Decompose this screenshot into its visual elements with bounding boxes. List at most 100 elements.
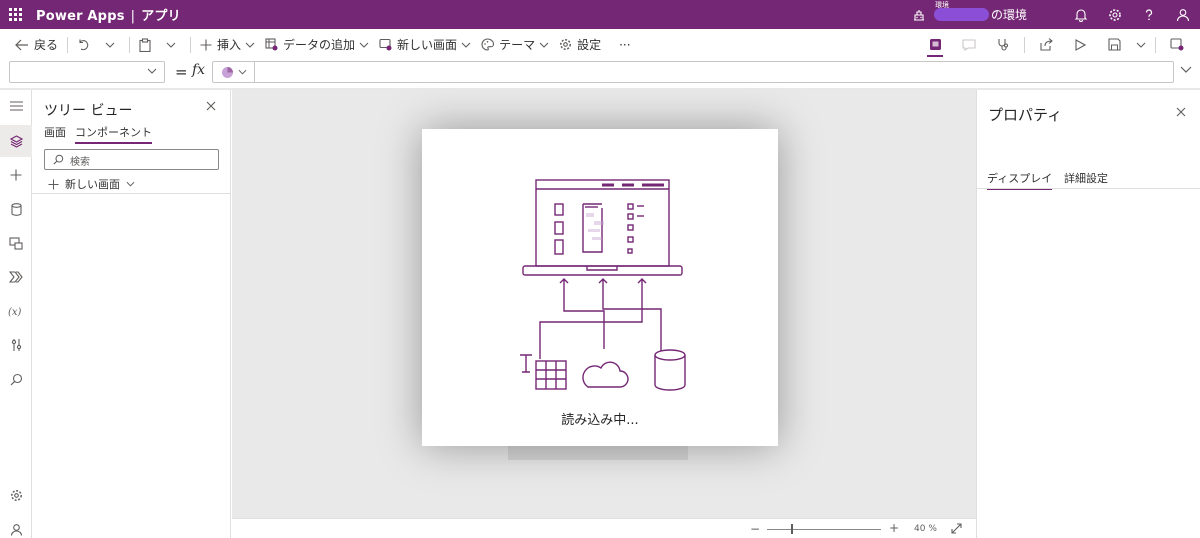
share-button[interactable] bbox=[1029, 29, 1063, 60]
environment-picker[interactable]: の環境 bbox=[912, 0, 1027, 29]
property-dropdown[interactable] bbox=[9, 61, 165, 83]
bell-icon bbox=[1074, 8, 1088, 22]
product-name: Power Apps bbox=[36, 9, 125, 24]
health-monitor-button[interactable] bbox=[986, 29, 1020, 60]
save-menu-button[interactable] bbox=[1131, 29, 1151, 60]
rail-tree-view[interactable] bbox=[0, 125, 32, 157]
preview-button[interactable] bbox=[1063, 29, 1097, 60]
zoom-out-button[interactable]: − bbox=[750, 522, 760, 536]
formula-expand-icon[interactable] bbox=[1180, 66, 1192, 73]
chevron-down-icon bbox=[238, 69, 247, 75]
undo-icon bbox=[79, 39, 89, 50]
close-icon[interactable] bbox=[206, 101, 216, 111]
comments-button[interactable] bbox=[952, 29, 986, 60]
left-rail: (x) bbox=[0, 90, 32, 538]
notifications-button[interactable] bbox=[1064, 0, 1098, 29]
settings-button[interactable] bbox=[1098, 0, 1132, 29]
gear-icon bbox=[10, 489, 22, 501]
media-icon bbox=[9, 236, 23, 250]
app-screen-icon bbox=[929, 39, 941, 50]
settings-label: 設定 bbox=[577, 38, 602, 52]
zoom-bar: − + 40 % bbox=[232, 518, 976, 538]
formula-format-button[interactable] bbox=[217, 62, 255, 82]
search-input[interactable]: 検索 bbox=[44, 149, 219, 170]
chevron-down-icon bbox=[126, 181, 135, 187]
environment-icon bbox=[914, 9, 924, 21]
undo-menu-button[interactable] bbox=[100, 29, 125, 60]
zoom-in-button[interactable]: + bbox=[889, 521, 899, 535]
undo-button[interactable] bbox=[72, 29, 100, 60]
chevron-down-icon bbox=[359, 42, 369, 48]
rail-power-automate[interactable] bbox=[0, 261, 32, 293]
new-screen-button[interactable]: 新しい画面 bbox=[48, 176, 141, 192]
plus-icon bbox=[48, 178, 59, 190]
new-screen-button[interactable]: 新しい画面 bbox=[374, 29, 476, 60]
add-data-label: データの追加 bbox=[283, 38, 356, 52]
chevron-down-icon bbox=[105, 42, 115, 48]
app-checker-button[interactable] bbox=[918, 29, 952, 60]
play-icon bbox=[1075, 38, 1086, 51]
person-icon bbox=[1176, 8, 1190, 21]
environment-name: の環境 bbox=[991, 8, 1028, 22]
zoom-slider-thumb[interactable] bbox=[791, 524, 793, 534]
plus-icon bbox=[200, 39, 212, 50]
hamburger-icon bbox=[9, 101, 23, 111]
add-data-button[interactable]: データの追加 bbox=[260, 29, 374, 60]
title-separator: | bbox=[130, 9, 136, 24]
database-icon bbox=[10, 202, 22, 216]
tab-screens[interactable]: 画面 bbox=[44, 124, 66, 140]
canvas-screen bbox=[508, 444, 688, 460]
rail-search[interactable] bbox=[0, 363, 32, 395]
layers-icon bbox=[9, 134, 23, 148]
divider bbox=[1155, 36, 1156, 53]
theme-button[interactable]: テーマ bbox=[476, 29, 554, 60]
loading-illustration bbox=[520, 179, 686, 391]
tab-advanced[interactable]: 詳細設定 bbox=[1064, 170, 1108, 186]
chevron-down-icon bbox=[539, 42, 549, 48]
tree-divider bbox=[32, 193, 231, 194]
zoom-value: 40 % bbox=[914, 524, 937, 534]
help-button[interactable] bbox=[1132, 0, 1166, 29]
back-button[interactable]: 戻る bbox=[10, 29, 63, 60]
tab-display[interactable]: ディスプレイ bbox=[987, 170, 1053, 190]
save-button[interactable] bbox=[1097, 29, 1131, 60]
fx-icon: fx bbox=[192, 62, 206, 78]
rail-media[interactable] bbox=[0, 227, 32, 259]
settings-command-button[interactable]: 設定 bbox=[554, 29, 606, 60]
insert-button[interactable]: 挿入 bbox=[195, 29, 260, 60]
formula-bar: = fx bbox=[0, 60, 1200, 86]
rail-data[interactable] bbox=[0, 193, 32, 225]
zoom-slider-track[interactable] bbox=[767, 529, 881, 530]
search-icon bbox=[10, 373, 22, 385]
chevron-down-icon bbox=[1136, 42, 1146, 48]
app-launcher-button[interactable] bbox=[0, 0, 30, 29]
chevron-down-icon bbox=[166, 42, 176, 48]
rail-settings[interactable] bbox=[0, 479, 32, 511]
palette-icon bbox=[222, 66, 233, 78]
tab-components[interactable]: コンポーネント bbox=[75, 124, 152, 144]
publish-button[interactable] bbox=[1160, 29, 1194, 60]
close-icon[interactable] bbox=[1176, 107, 1186, 117]
account-button[interactable] bbox=[1166, 0, 1200, 29]
divider bbox=[129, 36, 131, 53]
plus-icon bbox=[10, 169, 22, 181]
tools-icon bbox=[11, 339, 21, 351]
command-bar: 戻る 挿入 データの追加 新しい画面 テーマ 設定 ··· bbox=[0, 29, 1200, 60]
rail-variables[interactable]: (x) bbox=[0, 295, 32, 327]
paste-menu-button[interactable] bbox=[161, 29, 186, 60]
tree-view-pane: ツリー ビュー 画面 コンポーネント 検索 新しい画面 bbox=[32, 90, 231, 538]
rail-virtual-agent[interactable] bbox=[0, 513, 32, 538]
svg-text:(x): (x) bbox=[8, 307, 22, 317]
more-commands-button[interactable]: ··· bbox=[614, 29, 635, 60]
insert-label: 挿入 bbox=[217, 38, 242, 52]
rail-insert[interactable] bbox=[0, 159, 32, 191]
top-icons bbox=[1064, 0, 1200, 29]
formula-input[interactable] bbox=[212, 61, 1174, 83]
paste-button[interactable] bbox=[134, 29, 161, 60]
clipboard-icon bbox=[139, 37, 151, 52]
menu-button[interactable] bbox=[0, 90, 32, 122]
rail-advanced-tools[interactable] bbox=[0, 329, 32, 361]
loading-text: 読み込み中... bbox=[561, 413, 639, 428]
waffle-icon bbox=[8, 8, 22, 21]
fit-to-window-icon[interactable] bbox=[951, 523, 962, 534]
